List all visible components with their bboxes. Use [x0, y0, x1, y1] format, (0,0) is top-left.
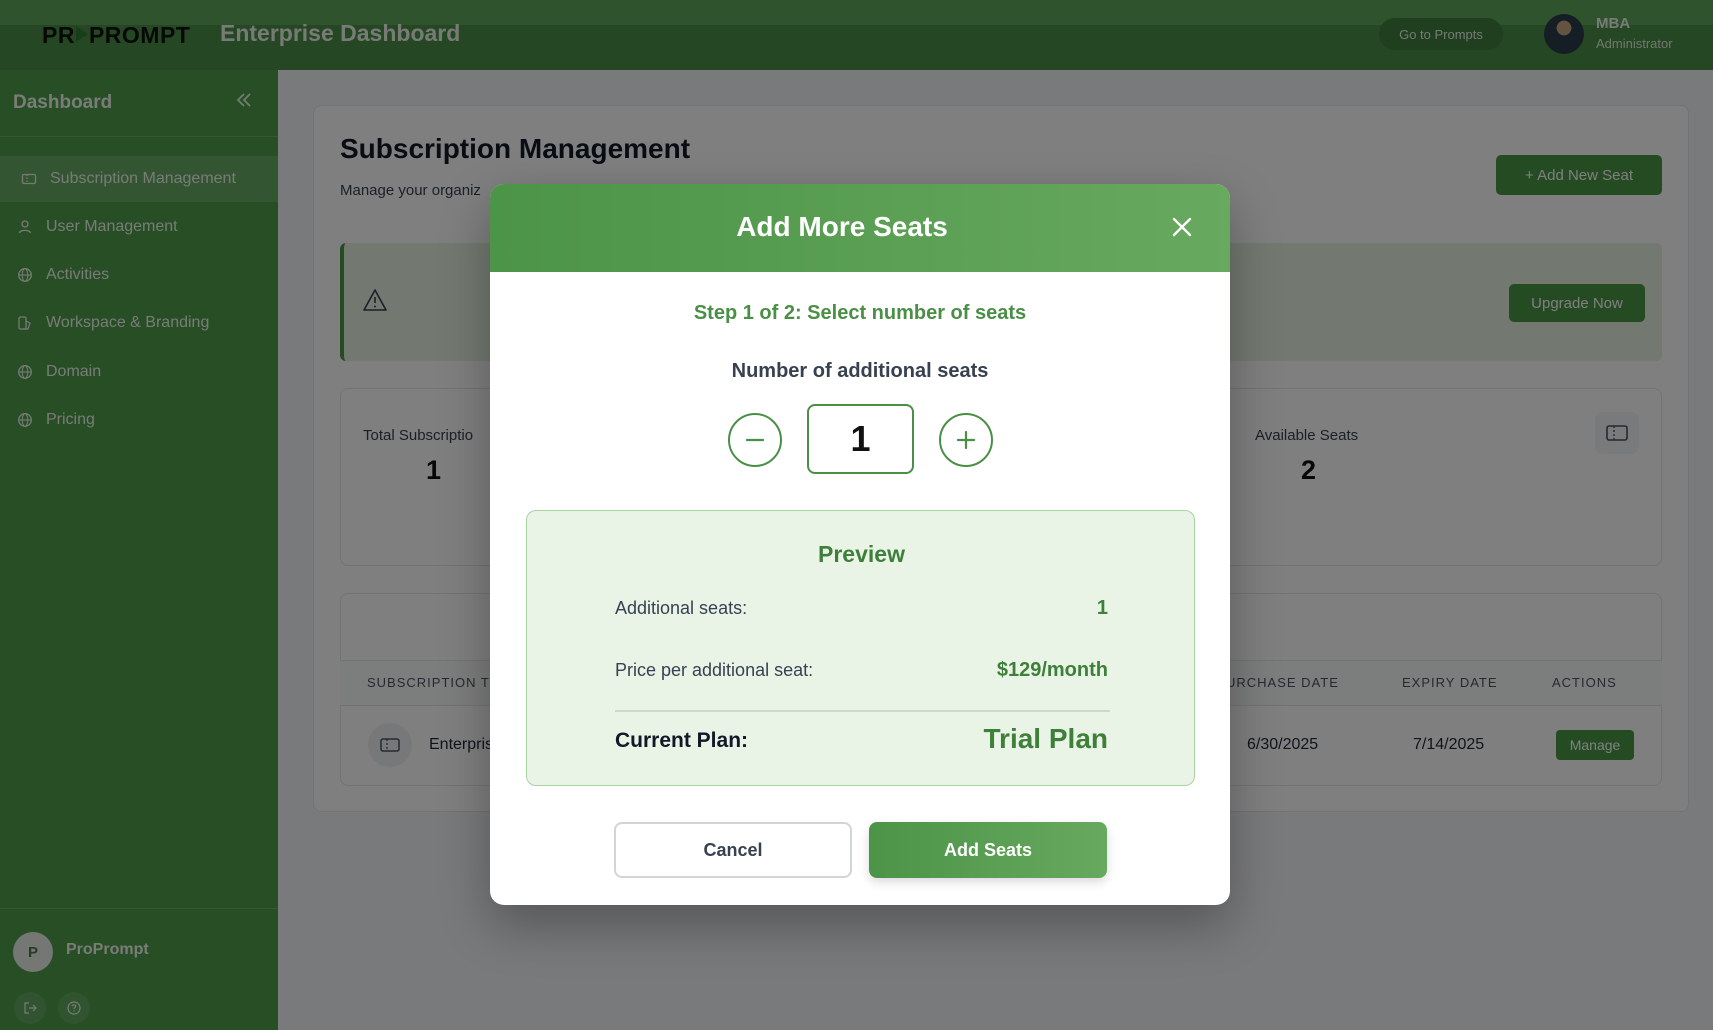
price-value: $129/month	[996, 659, 1108, 681]
increment-button[interactable]	[939, 413, 993, 467]
preview-box: Preview Additional seats: 1 Price per ad…	[526, 510, 1195, 786]
seat-count-input[interactable]	[807, 404, 914, 474]
preview-title: Preview	[818, 541, 905, 567]
close-icon[interactable]	[1165, 210, 1199, 244]
additional-seats-value: 1	[1096, 597, 1108, 619]
seats-label: Number of additional seats	[731, 360, 989, 382]
cancel-button[interactable]: Cancel	[614, 822, 852, 878]
decrement-button[interactable]	[728, 413, 782, 467]
minus-icon	[745, 438, 765, 442]
additional-seats-label: Additional seats:	[615, 598, 748, 618]
current-plan-label: Current Plan:	[615, 729, 749, 752]
step-indicator: Step 1 of 2: Select number of seats	[693, 302, 1027, 324]
current-plan-value: Trial Plan	[983, 723, 1109, 754]
preview-divider	[615, 710, 1110, 712]
add-seats-button[interactable]: Add Seats	[869, 822, 1107, 878]
add-seats-modal: Add More Seats Step 1 of 2: Select numbe…	[490, 184, 1230, 905]
modal-header: Add More Seats	[490, 184, 1230, 272]
modal-title: Add More Seats	[736, 211, 948, 242]
plus-icon	[956, 430, 976, 450]
price-label: Price per additional seat:	[615, 660, 814, 680]
